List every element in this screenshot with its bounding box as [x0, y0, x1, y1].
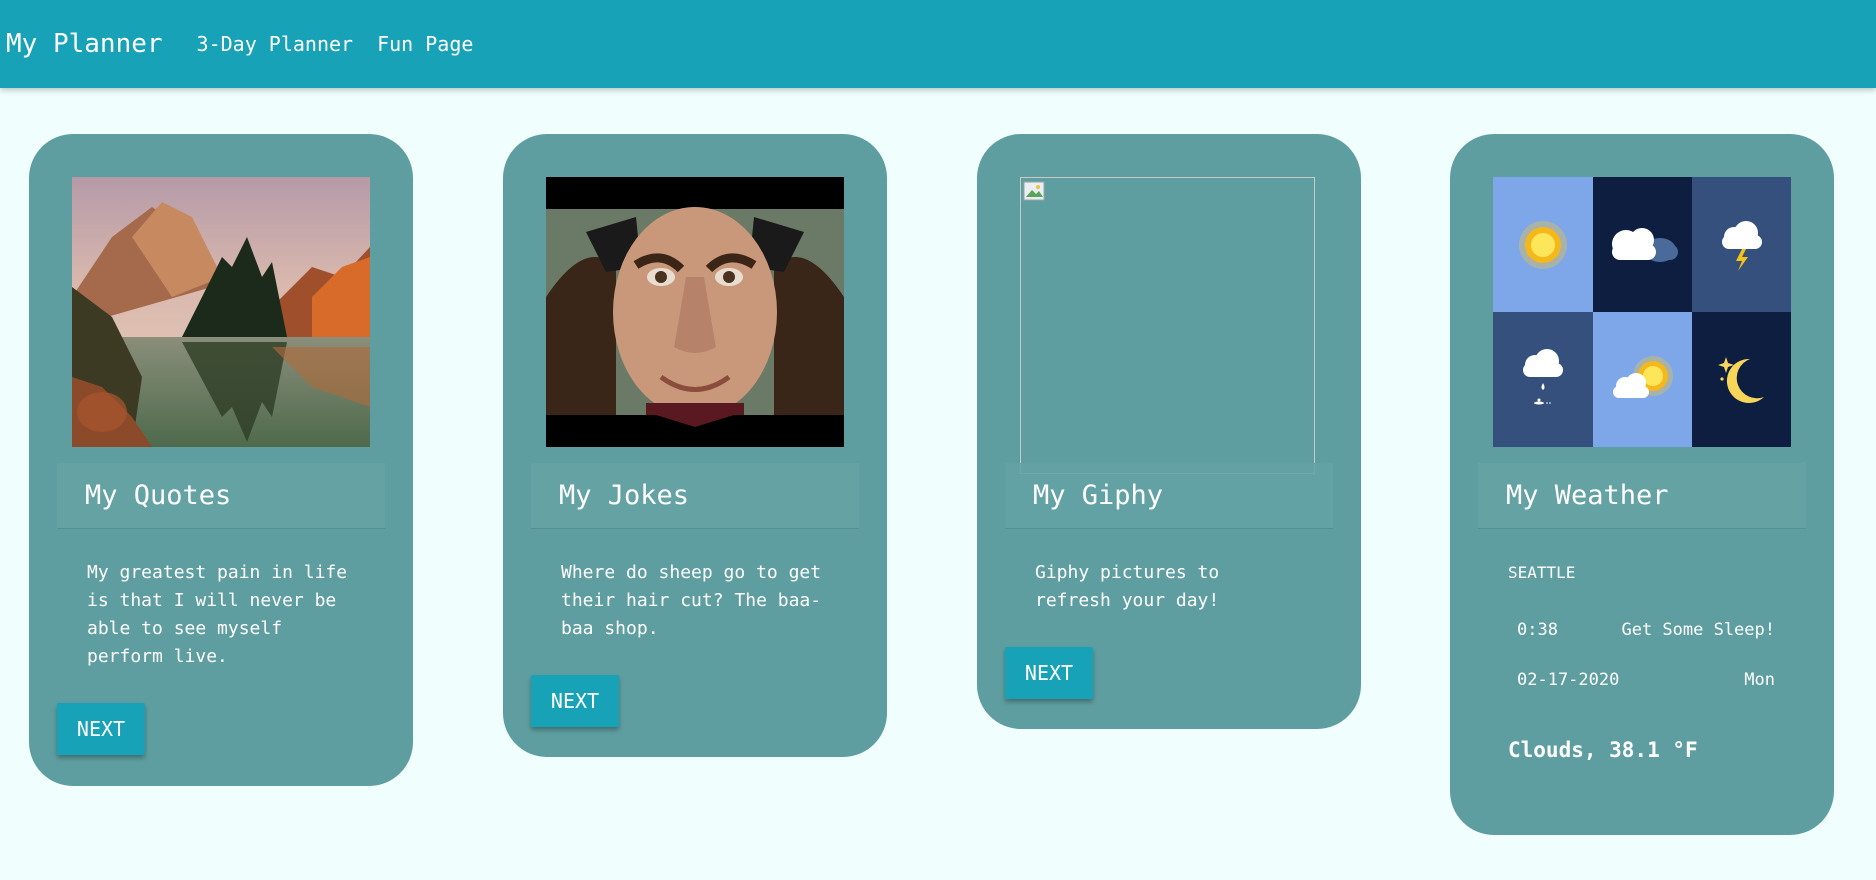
giphy-card: My Giphy Giphy pictures to refresh your …: [977, 134, 1361, 729]
weather-card-header: My Weather: [1478, 463, 1806, 529]
cloudy-night-icon: [1593, 177, 1692, 312]
quotes-next-button[interactable]: NEXT: [57, 703, 145, 755]
quotes-card-header: My Quotes: [57, 463, 385, 529]
partly-sunny-icon: [1593, 312, 1692, 447]
weather-time: 0:38: [1517, 620, 1558, 640]
navbar: My Planner 3-Day Planner Fun Page: [0, 0, 1876, 88]
rain-cloud-icon: [1493, 312, 1593, 447]
jokes-next-button[interactable]: NEXT: [531, 675, 619, 727]
weather-message: Get Some Sleep!: [1621, 620, 1775, 640]
weather-card: My Weather SEATTLE 0:38 Get Some Sleep! …: [1450, 134, 1834, 835]
weather-city: SEATTLE: [1508, 563, 1576, 582]
giphy-card-title: My Giphy: [1033, 480, 1164, 511]
weather-icon-grid: [1493, 177, 1791, 447]
weather-date-row: 02-17-2020 Mon: [1517, 670, 1775, 690]
nav-link-3-day-planner[interactable]: 3-Day Planner: [197, 32, 354, 56]
giphy-broken-image: [1020, 177, 1315, 474]
moon-stars-icon: [1692, 312, 1791, 447]
funny-face-image: [546, 177, 844, 447]
sun-icon: [1493, 177, 1593, 312]
broken-image-icon: [1023, 181, 1047, 207]
weather-day: Mon: [1744, 670, 1775, 690]
quotes-card-title: My Quotes: [85, 480, 232, 511]
quote-text: My greatest pain in life is that I will …: [87, 562, 348, 667]
nav-link-fun-page[interactable]: Fun Page: [377, 32, 473, 56]
giphy-card-header: My Giphy: [1005, 463, 1333, 529]
jokes-card-title: My Jokes: [559, 480, 690, 511]
joke-text: Where do sheep go to get their hair cut?…: [561, 562, 822, 639]
giphy-next-button[interactable]: NEXT: [1005, 647, 1093, 699]
jokes-card: My Jokes Where do sheep go to get their …: [503, 134, 887, 757]
weather-card-title: My Weather: [1506, 480, 1669, 511]
weather-date: 02-17-2020: [1517, 670, 1620, 690]
quotes-card: My Quotes My greatest pain in life is th…: [29, 134, 413, 786]
weather-conditions: Clouds, 38.1 °F: [1508, 738, 1698, 762]
jokes-card-header: My Jokes: [531, 463, 859, 529]
weather-time-row: 0:38 Get Some Sleep!: [1517, 620, 1775, 640]
thunderstorm-icon: [1692, 177, 1791, 312]
brand-link[interactable]: My Planner: [6, 29, 163, 59]
mountain-lake-image: [72, 177, 370, 447]
giphy-text: Giphy pictures to refresh your day!: [1035, 562, 1220, 611]
